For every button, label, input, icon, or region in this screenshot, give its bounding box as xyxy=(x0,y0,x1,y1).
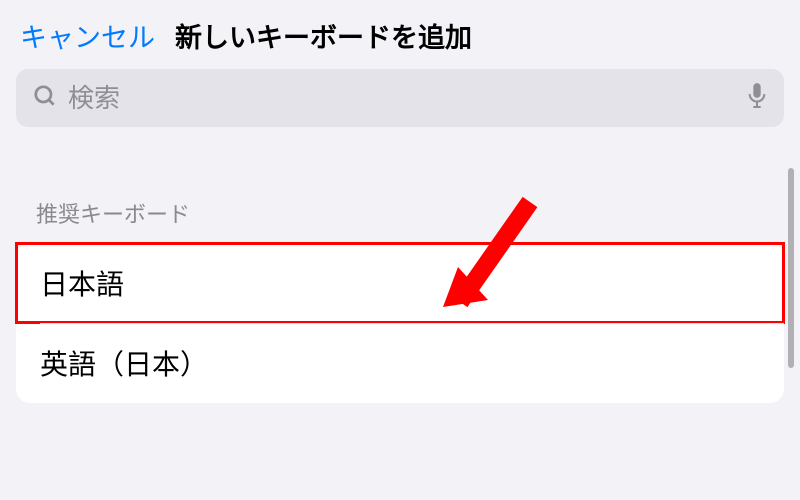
search-bar[interactable] xyxy=(16,69,784,127)
search-input[interactable] xyxy=(68,83,736,114)
search-container xyxy=(0,69,800,135)
list-item-english-japan[interactable]: 英語（日本） xyxy=(16,323,784,403)
search-icon xyxy=(32,83,58,114)
page-title: 新しいキーボードを追加 xyxy=(175,16,472,55)
scrollbar[interactable] xyxy=(788,168,794,368)
header-bar: キャンセル 新しいキーボードを追加 xyxy=(0,0,800,69)
list-item-label: 日本語 xyxy=(40,269,124,300)
recommended-section: 推奨キーボード 日本語 英語（日本） xyxy=(0,197,800,403)
section-header: 推奨キーボード xyxy=(16,197,784,243)
list-item-japanese[interactable]: 日本語 xyxy=(16,243,784,323)
list-item-label: 英語（日本） xyxy=(40,349,208,380)
cancel-button[interactable]: キャンセル xyxy=(20,16,155,55)
keyboard-list: 日本語 英語（日本） xyxy=(16,243,784,403)
microphone-icon[interactable] xyxy=(746,82,768,115)
